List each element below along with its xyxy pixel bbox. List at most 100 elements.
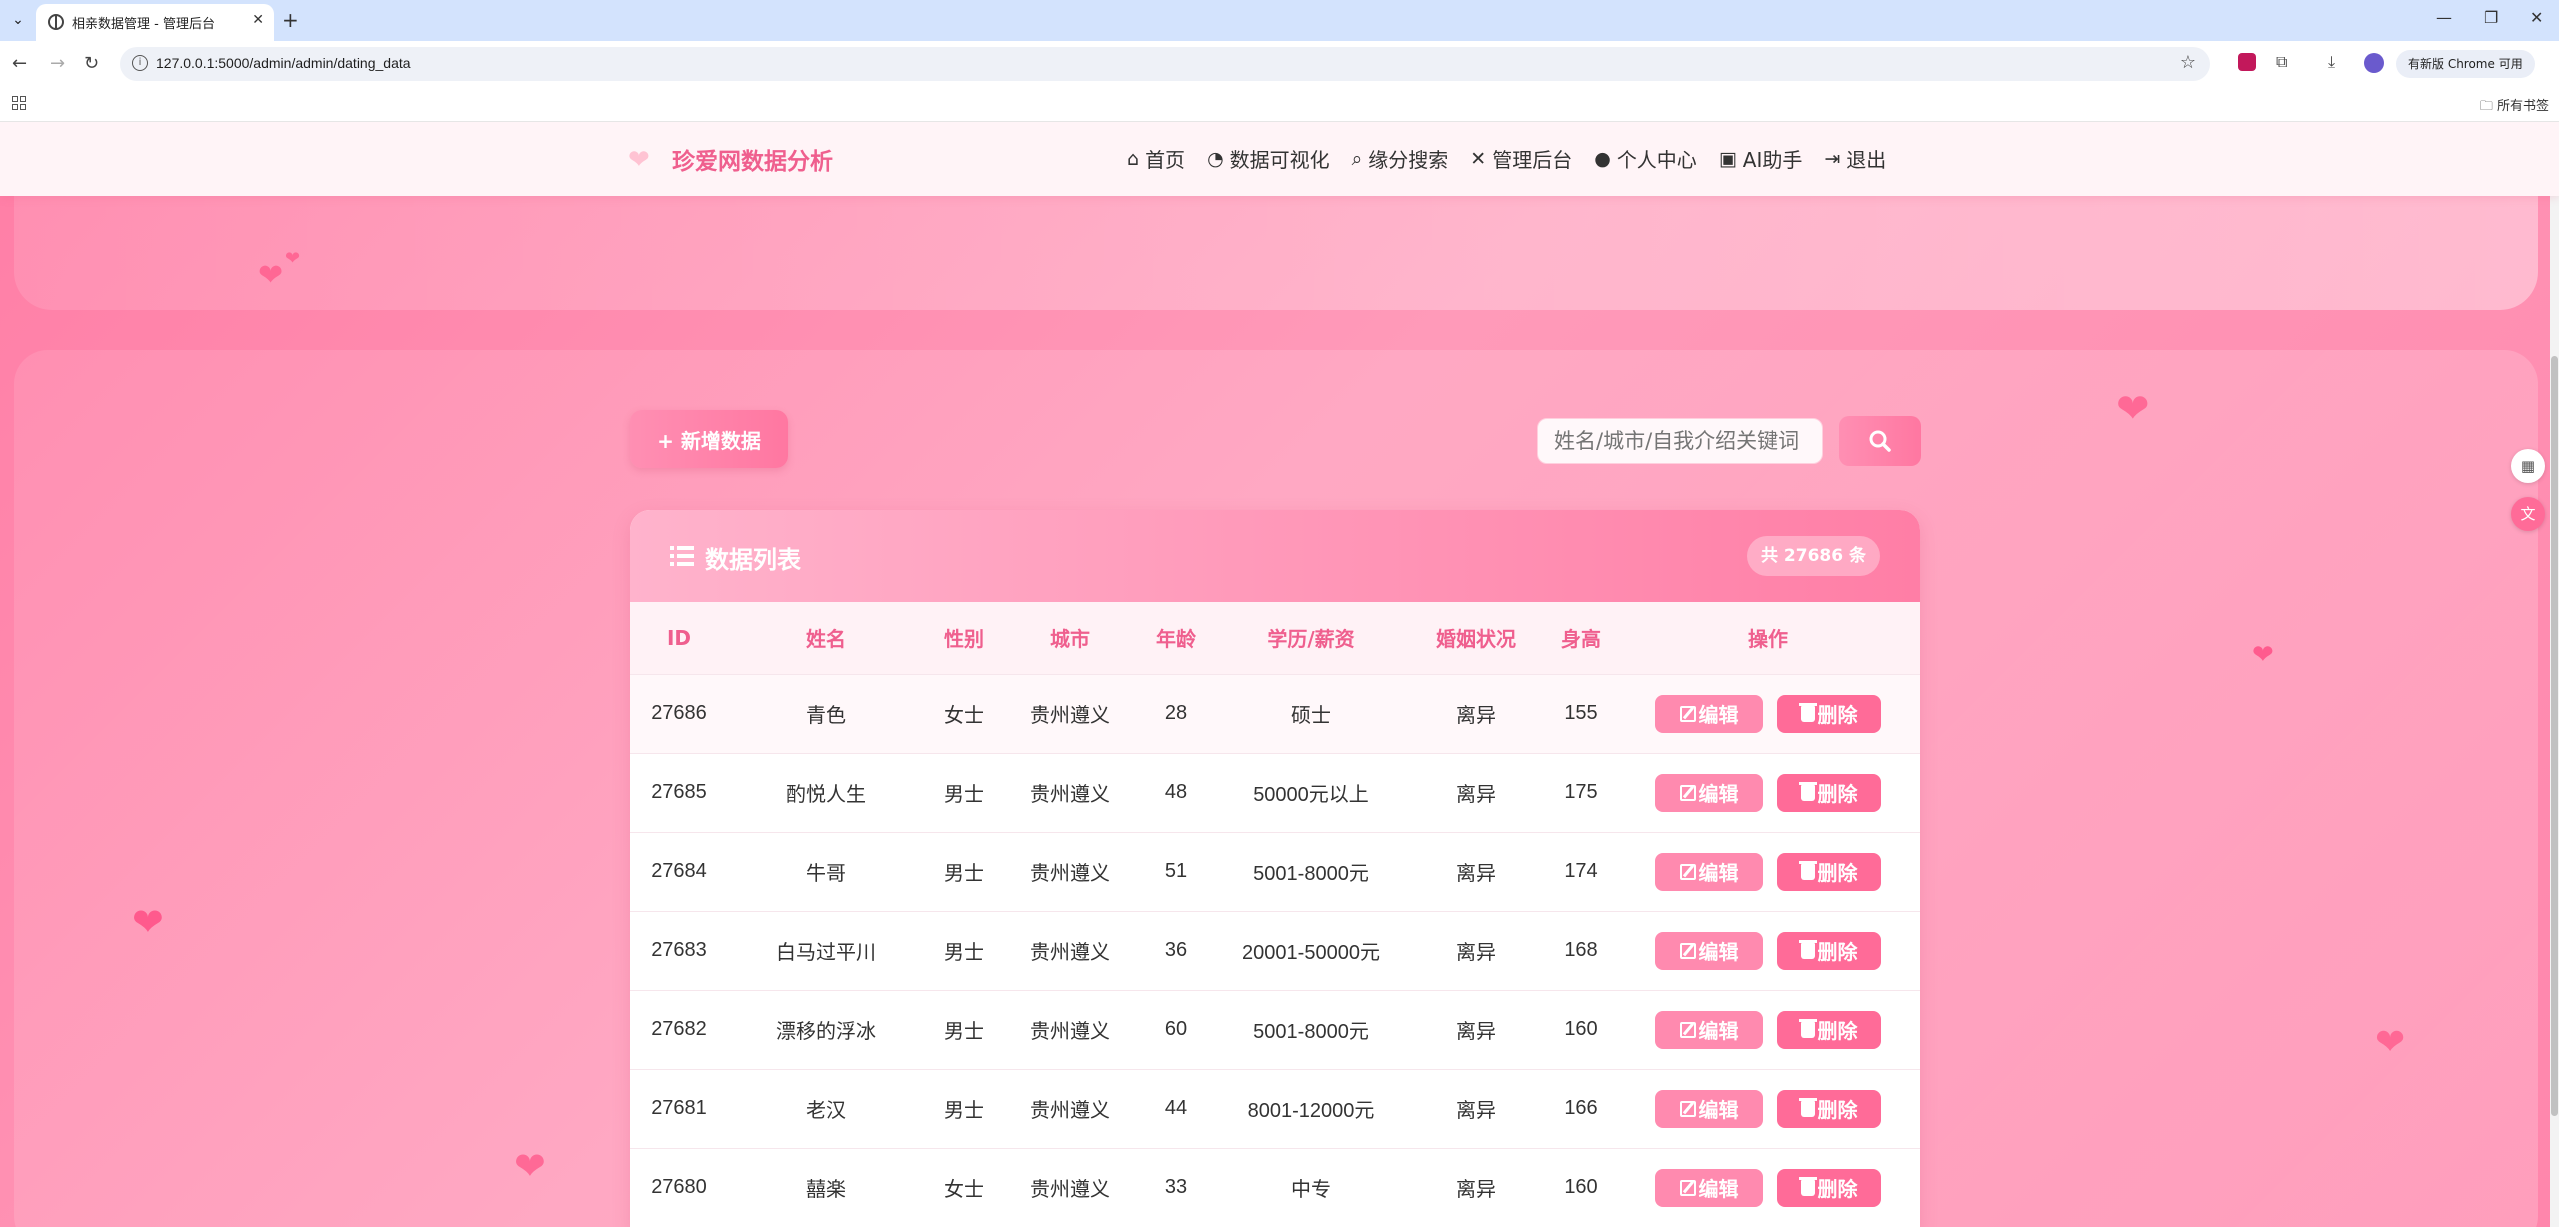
cell-city: 贵州遵义 <box>1030 863 1110 885</box>
tools-icon: ✕ <box>1470 147 1487 170</box>
edit-button[interactable]: 编辑 <box>1655 852 1763 891</box>
scrollbar-thumb[interactable] <box>2551 356 2558 1116</box>
profile-avatar[interactable] <box>2364 53 2384 73</box>
menu-item-admin[interactable]: ✕ 管理后台 <box>1470 144 1572 173</box>
edit-icon <box>1679 942 1696 959</box>
cell-name: 白马过平川 <box>776 942 876 964</box>
cell-marital: 离异 <box>1456 1021 1496 1043</box>
tab-title: 相亲数据管理 - 管理后台 <box>72 17 215 32</box>
minimize-icon[interactable]: — <box>2436 8 2452 27</box>
trash-icon <box>1798 702 1817 722</box>
menu-item-home[interactable]: ⌂ 首页 <box>1127 144 1185 173</box>
reload-icon[interactable]: ↻ <box>84 53 99 74</box>
trash-icon <box>1798 939 1817 959</box>
cell-actions: 编辑 删除 <box>1616 753 1920 832</box>
address-bar[interactable]: i 127.0.0.1:5000/admin/admin/dating_data… <box>120 47 2210 81</box>
edit-label: 编辑 <box>1698 1021 1739 1043</box>
site-navbar: ❤ 珍爱网数据分析 ⌂ 首页 ◔ 数据可视化 ⌕ 缘分搜索 ✕ 管理后台 ● 个人中心 ▣… <box>0 122 2559 196</box>
menu-item-search[interactable]: ⌕ 缘分搜索 <box>1352 144 1449 173</box>
extensions-puzzle-icon[interactable]: ⧉ <box>2276 52 2287 72</box>
extension-icon[interactable] <box>2238 53 2256 71</box>
logout-icon: ⇥ <box>1824 147 1841 170</box>
edit-button[interactable]: 编辑 <box>1655 694 1763 733</box>
cell-edu: 5001-8000元 <box>1253 1021 1369 1043</box>
cell-edu: 8001-12000元 <box>1247 1100 1375 1122</box>
column-header[interactable]: 性别 <box>924 602 1004 674</box>
cell-edu: 硕士 <box>1291 705 1331 727</box>
window-close-icon[interactable]: ✕ <box>2530 8 2543 27</box>
bookmark-star-icon[interactable]: ☆ <box>2180 52 2196 73</box>
column-header[interactable]: 姓名 <box>728 602 924 674</box>
search-input[interactable] <box>1537 418 1823 464</box>
delete-button[interactable]: 删除 <box>1777 773 1881 812</box>
cell-id: 27686 <box>651 702 707 724</box>
delete-label: 删除 <box>1817 1100 1858 1122</box>
restore-icon[interactable]: ❐ <box>2484 8 2498 27</box>
cell-edu: 50000元以上 <box>1253 784 1369 806</box>
delete-button[interactable]: 删除 <box>1777 852 1881 891</box>
edit-button[interactable]: 编辑 <box>1655 931 1763 970</box>
download-icon[interactable]: ⤓ <box>2328 52 2335 72</box>
search-icon <box>1869 430 1891 452</box>
forward-arrow-icon[interactable]: → <box>50 53 65 74</box>
browser-toolbar: ← → ↻ i 127.0.0.1:5000/admin/admin/datin… <box>0 41 2559 86</box>
column-header[interactable]: 学历/薪资 <box>1216 602 1406 674</box>
edit-button[interactable]: 编辑 <box>1655 1010 1763 1049</box>
browser-tab-active[interactable]: 相亲数据管理 - 管理后台 ✕ <box>36 4 274 41</box>
delete-button[interactable]: 删除 <box>1777 1010 1881 1049</box>
delete-button[interactable]: 删除 <box>1777 931 1881 970</box>
cell-age: 36 <box>1164 939 1188 961</box>
trash-icon <box>1798 1018 1817 1038</box>
all-bookmarks[interactable]: 🗀 所有书签 <box>2480 95 2549 119</box>
translate-sidebar-icon[interactable]: 文 <box>2511 497 2545 531</box>
apps-grid-icon[interactable] <box>12 96 26 110</box>
cell-gender: 男士 <box>944 942 984 964</box>
edit-button[interactable]: 编辑 <box>1655 773 1763 812</box>
add-data-button[interactable]: + 新增数据 <box>630 410 788 468</box>
delete-button[interactable]: 删除 <box>1777 1168 1881 1207</box>
cell-age: 44 <box>1164 1097 1188 1119</box>
cell-gender: 男士 <box>944 1021 984 1043</box>
menu-item-profile[interactable]: ● 个人中心 <box>1594 144 1697 173</box>
menu-item-logout[interactable]: ⇥ 退出 <box>1824 144 1886 173</box>
heart-decoration-icon: ❤ <box>514 1144 546 1188</box>
menu-item-visualization[interactable]: ◔ 数据可视化 <box>1207 144 1330 173</box>
qr-sidebar-icon[interactable]: ▦ <box>2511 449 2545 483</box>
edit-label: 编辑 <box>1698 705 1739 727</box>
heart-decoration-icon: ❤ <box>2116 386 2150 432</box>
column-header[interactable]: 年龄 <box>1136 602 1216 674</box>
cell-age: 33 <box>1164 1176 1188 1199</box>
browser-tab-strip: ⌄ 相亲数据管理 - 管理后台 ✕ + — ❐ ✕ <box>0 0 2559 41</box>
edit-label: 编辑 <box>1698 1179 1739 1202</box>
column-header[interactable]: 婚姻状况 <box>1406 602 1546 674</box>
cell-actions: 编辑 删除 <box>1616 911 1920 990</box>
new-tab-plus-icon[interactable]: + <box>282 8 299 32</box>
table-row: 27683 白马过平川 男士 贵州遵义 36 20001-50000元 离异 168 编辑 删除 <box>630 911 1920 990</box>
column-header[interactable]: ID <box>630 602 728 674</box>
edit-button[interactable]: 编辑 <box>1655 1168 1763 1207</box>
back-arrow-icon[interactable]: ← <box>12 53 27 74</box>
delete-button[interactable]: 删除 <box>1777 1089 1881 1128</box>
side-dock: ▦ 文 <box>2511 449 2551 543</box>
menu-label: 管理后台 <box>1492 148 1573 172</box>
edit-icon <box>1679 863 1696 880</box>
cell-edu: 中专 <box>1291 1179 1331 1202</box>
address-url[interactable]: 127.0.0.1:5000/admin/admin/dating_data <box>156 55 411 71</box>
chrome-update-chip[interactable]: 有新版 Chrome 可用 <box>2396 50 2535 78</box>
column-header[interactable]: 城市 <box>1004 602 1136 674</box>
trash-icon <box>1798 781 1817 801</box>
search-button[interactable] <box>1839 416 1921 466</box>
site-info-icon[interactable]: i <box>132 55 148 71</box>
cell-id: 27683 <box>651 939 707 961</box>
tab-search-chevron-icon[interactable]: ⌄ <box>8 10 28 30</box>
brand-title[interactable]: 珍爱网数据分析 <box>672 142 833 176</box>
cell-height: 166 <box>1564 1097 1598 1119</box>
edit-button[interactable]: 编辑 <box>1655 1089 1763 1128</box>
column-header[interactable]: 身高 <box>1546 602 1616 674</box>
column-header[interactable]: 操作 <box>1616 602 1920 674</box>
cell-marital: 离异 <box>1456 1100 1496 1122</box>
tab-close-icon[interactable]: ✕ <box>252 12 264 28</box>
menu-item-ai[interactable]: ▣ AI助手 <box>1719 144 1803 173</box>
delete-button[interactable]: 删除 <box>1777 694 1881 733</box>
user-icon: ● <box>1594 147 1611 170</box>
